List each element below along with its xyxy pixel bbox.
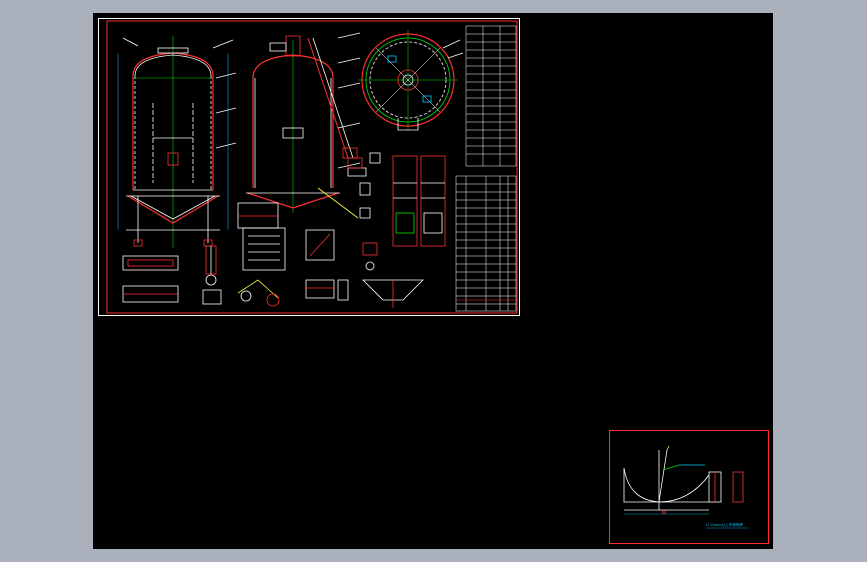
vessel-elevation-middle: [237, 32, 367, 229]
vessel-plan-view: [358, 30, 464, 131]
detail-sheet-border: [609, 430, 769, 544]
parts-list-table: [455, 175, 517, 312]
technical-data-table: [465, 25, 517, 167]
sheet-outer-border: [98, 18, 520, 316]
vessel-elevation-left: [117, 36, 237, 248]
main-drawing-sheet[interactable]: [98, 18, 520, 316]
nozzle-detail-boxes: [392, 155, 446, 247]
detail-section-note: Ⅰ-Ⅰ 20mm以上不得有焊: [706, 522, 743, 527]
sheet-inner-border: [106, 20, 518, 314]
detail-drawing-sheet[interactable]: Ⅰ-Ⅰ 20mm以上不得有焊: [609, 430, 769, 544]
weld-detail-drawing: [623, 445, 744, 515]
drawing-canvas[interactable]: Ⅰ-Ⅰ 20mm以上不得有焊: [93, 13, 773, 549]
detail-views: [122, 152, 424, 308]
